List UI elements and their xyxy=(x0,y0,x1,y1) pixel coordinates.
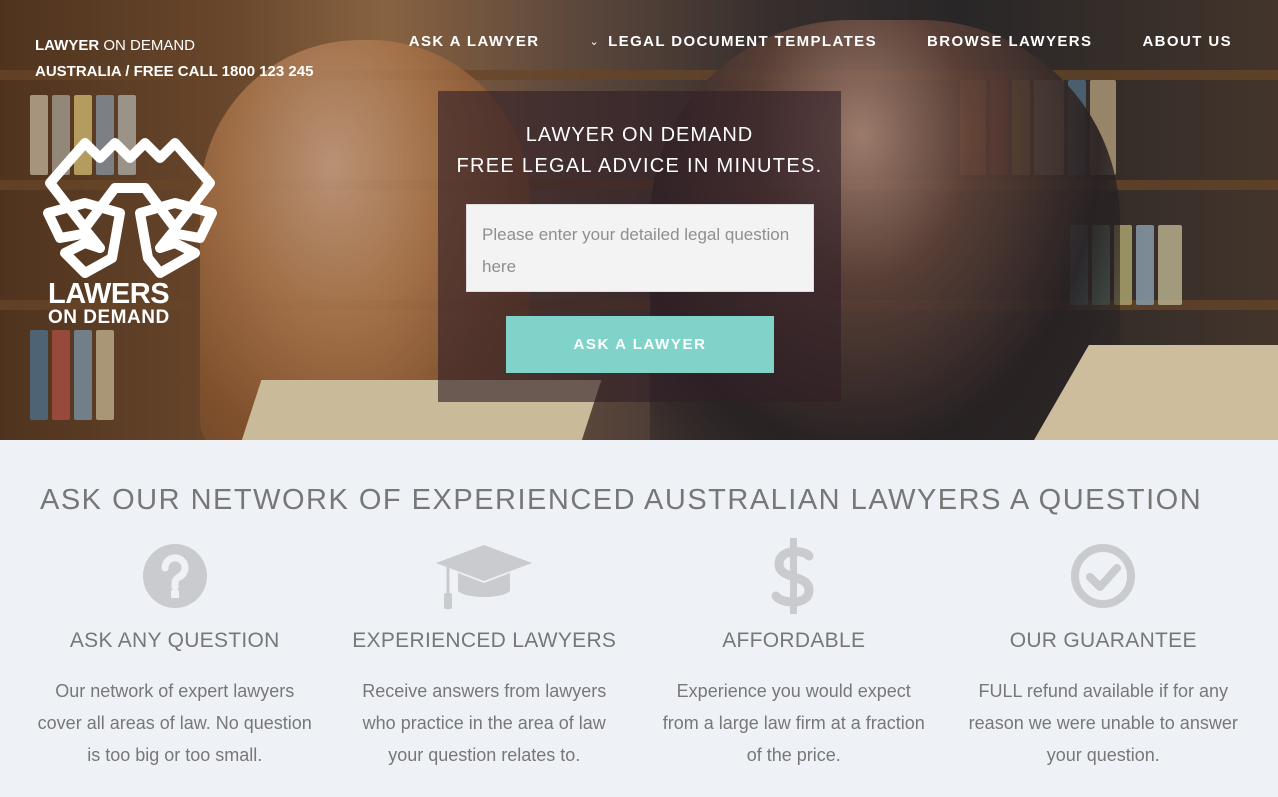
feature-title: AFFORDABLE xyxy=(722,629,866,652)
nav-ask-a-lawyer[interactable]: ASK A LAWYER xyxy=(409,33,540,50)
nav-about-us[interactable]: ABOUT US xyxy=(1142,33,1232,50)
ask-question-panel: LAWYER ON DEMAND FREE LEGAL ADVICE IN MI… xyxy=(438,91,841,402)
feature-text: Receive answers from lawyers who practic… xyxy=(362,681,607,765)
hero-section: LAWYER ON DEMAND AUSTRALIA / FREE CALL 1… xyxy=(0,0,1278,440)
graduation-cap-icon xyxy=(436,545,533,609)
feature-text: FULL refund available if for any reason … xyxy=(968,681,1238,765)
brand-header[interactable]: LAWYER ON DEMAND AUSTRALIA / FREE CALL 1… xyxy=(35,33,313,85)
brand-tagline: AUSTRALIA / FREE CALL 1800 123 245 xyxy=(35,63,314,80)
feature-experienced-lawyers: EXPERIENCED LAWYERS Receive answers from… xyxy=(330,540,640,771)
features-row: ASK ANY QUESTION Our network of expert l… xyxy=(20,538,1259,771)
check-circle-icon xyxy=(1071,544,1136,608)
feature-ask-any-question: ASK ANY QUESTION Our network of expert l… xyxy=(20,540,330,771)
feature-affordable: AFFORDABLE Experience you would expect f… xyxy=(639,538,949,771)
panel-subtitle: FREE LEGAL ADVICE IN MINUTES. xyxy=(456,155,823,177)
brand-name-rest: ON DEMAND xyxy=(103,37,196,54)
feature-text: Experience you would expect from a large… xyxy=(662,681,925,765)
brand-name-strong: LAWYER xyxy=(35,37,100,54)
feature-our-guarantee: OUR GUARANTEE FULL refund available if f… xyxy=(949,540,1259,771)
feature-title: EXPERIENCED LAWYERS xyxy=(352,629,617,652)
main-nav: ASK A LAWYER ⌄ LEGAL DOCUMENT TEMPLATES … xyxy=(359,33,1232,50)
section-title: ASK OUR NETWORK OF EXPERIENCED AUSTRALIA… xyxy=(40,484,1203,516)
question-input[interactable] xyxy=(466,204,814,292)
ask-a-lawyer-button[interactable]: ASK A LAWYER xyxy=(506,316,774,373)
feature-text: Our network of expert lawyers cover all … xyxy=(37,681,312,765)
chevron-down-icon: ⌄ xyxy=(589,36,601,48)
feature-title: ASK ANY QUESTION xyxy=(69,629,280,652)
feature-title: OUR GUARANTEE xyxy=(1009,629,1197,652)
nav-browse-lawyers[interactable]: BROWSE LAWYERS xyxy=(927,33,1092,50)
logo-wordmark: LAWERS ON DEMAND xyxy=(48,278,170,329)
nav-legal-document-templates[interactable]: ⌄ LEGAL DOCUMENT TEMPLATES xyxy=(589,33,877,50)
panel-title: LAWYER ON DEMAND xyxy=(525,124,754,146)
question-circle-icon xyxy=(142,544,207,608)
dollar-icon xyxy=(771,538,814,614)
